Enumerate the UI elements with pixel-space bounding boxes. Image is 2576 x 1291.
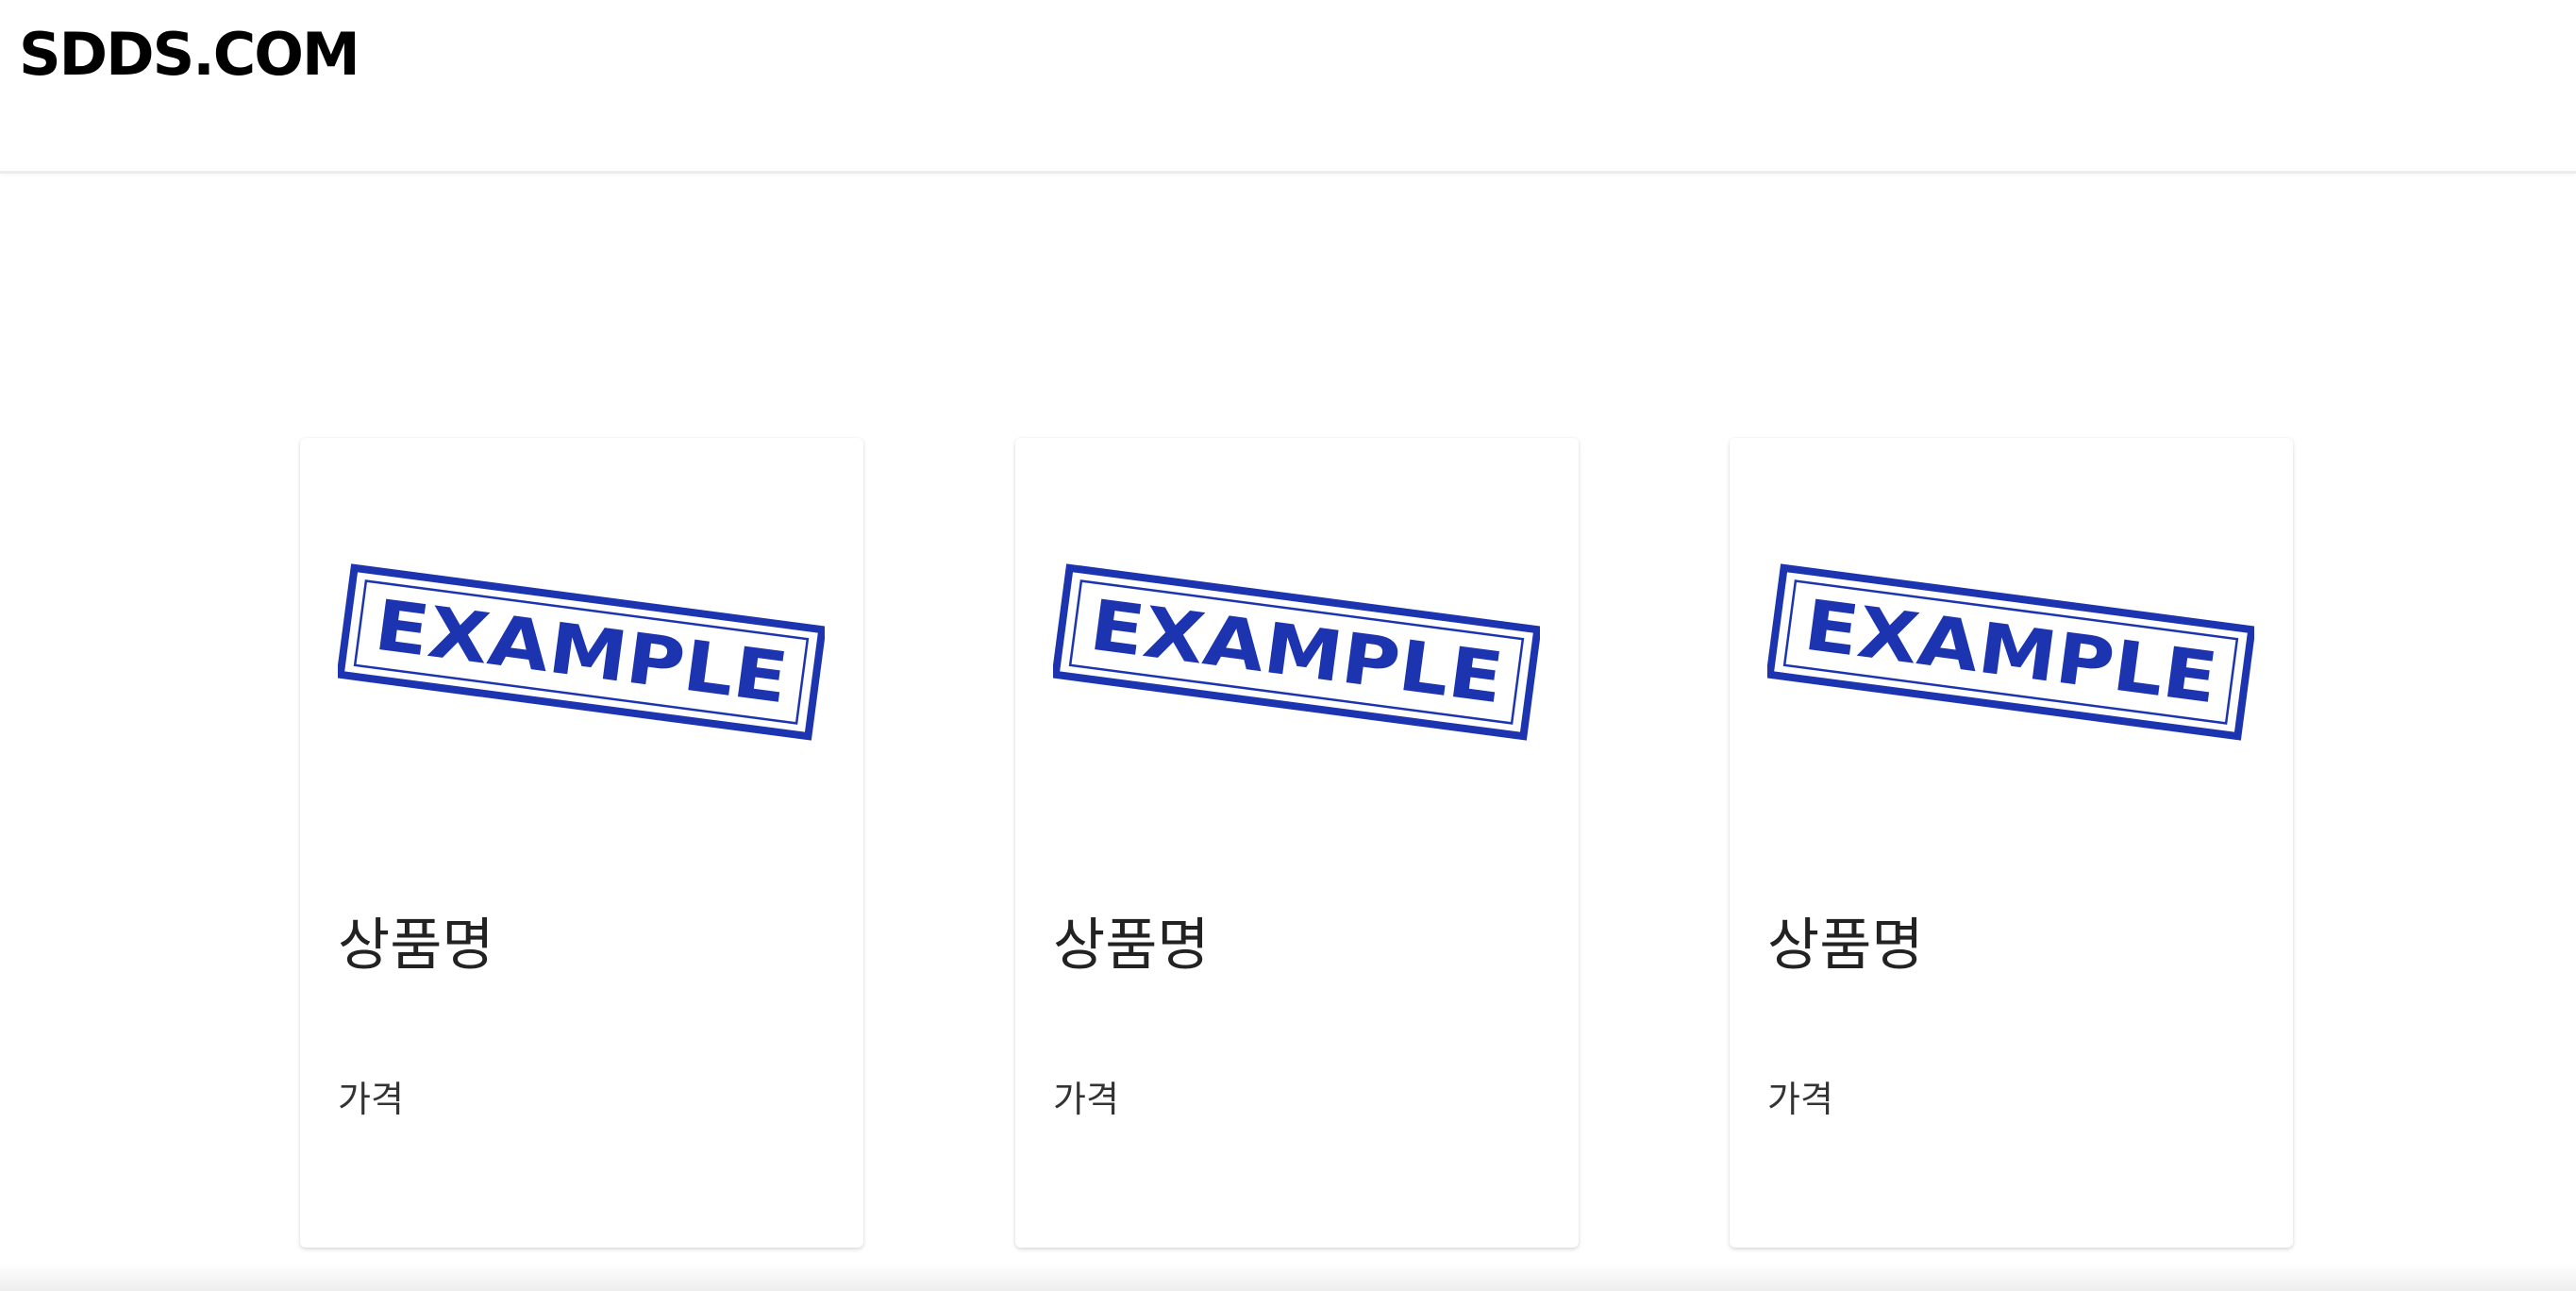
- product-name: 상품명: [338, 913, 494, 979]
- product-card[interactable]: EXAMPLE 상품명 가격: [300, 438, 863, 1248]
- svg-text:EXAMPLE: EXAMPLE: [370, 585, 792, 720]
- product-price: 가격: [338, 1079, 404, 1120]
- site-header: SDDS.COM: [0, 0, 2576, 174]
- example-stamp-image: EXAMPLE: [1767, 563, 2254, 741]
- product-image: EXAMPLE: [338, 562, 825, 742]
- svg-text:EXAMPLE: EXAMPLE: [1799, 585, 2221, 720]
- example-stamp-image: EXAMPLE: [1053, 563, 1540, 741]
- product-name: 상품명: [1767, 913, 1924, 979]
- scroll-shadow: [0, 1263, 2576, 1291]
- site-logo[interactable]: SDDS.COM: [19, 15, 360, 94]
- product-name: 상품명: [1053, 913, 1210, 979]
- product-price: 가격: [1053, 1079, 1119, 1120]
- example-stamp-image: EXAMPLE: [338, 563, 825, 741]
- product-card[interactable]: EXAMPLE 상품명 가격: [1730, 438, 2293, 1248]
- product-image: EXAMPLE: [1053, 562, 1540, 742]
- svg-text:EXAMPLE: EXAMPLE: [1085, 585, 1507, 720]
- product-price: 가격: [1767, 1079, 1833, 1120]
- product-card[interactable]: EXAMPLE 상품명 가격: [1015, 438, 1579, 1248]
- product-image: EXAMPLE: [1767, 562, 2254, 742]
- page: SDDS.COM EXAMPLE 상품명 가격 EXAMPLE 상품명 가격 E…: [0, 0, 2576, 1291]
